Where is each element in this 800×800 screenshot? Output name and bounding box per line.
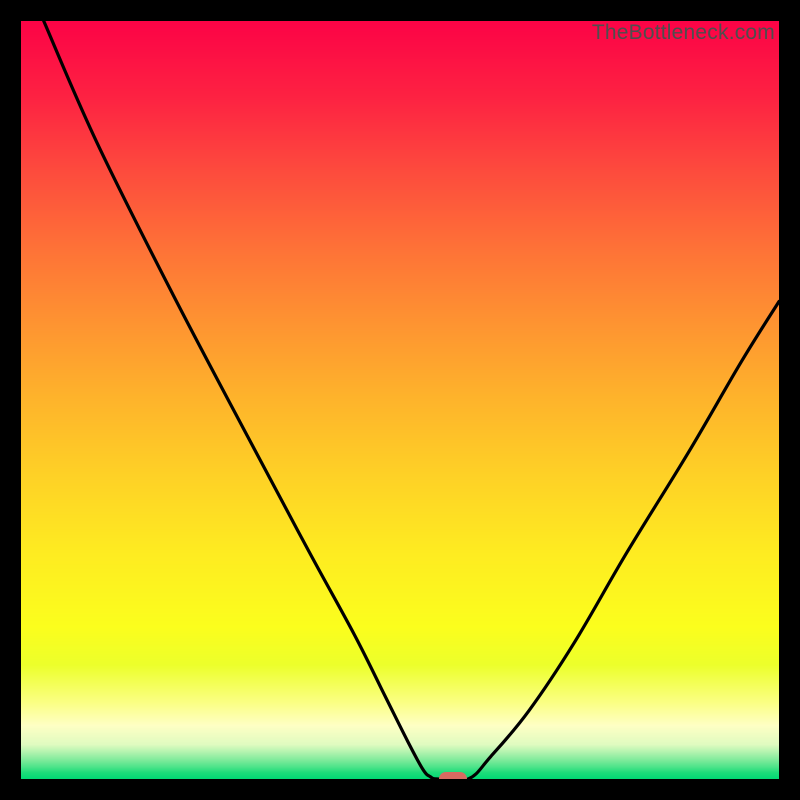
- watermark-text: TheBottleneck.com: [592, 21, 775, 45]
- chart-frame: TheBottleneck.com: [0, 0, 800, 800]
- plot-area: TheBottleneck.com: [21, 21, 779, 779]
- optimal-marker: [439, 772, 467, 779]
- curve-line: [21, 21, 779, 779]
